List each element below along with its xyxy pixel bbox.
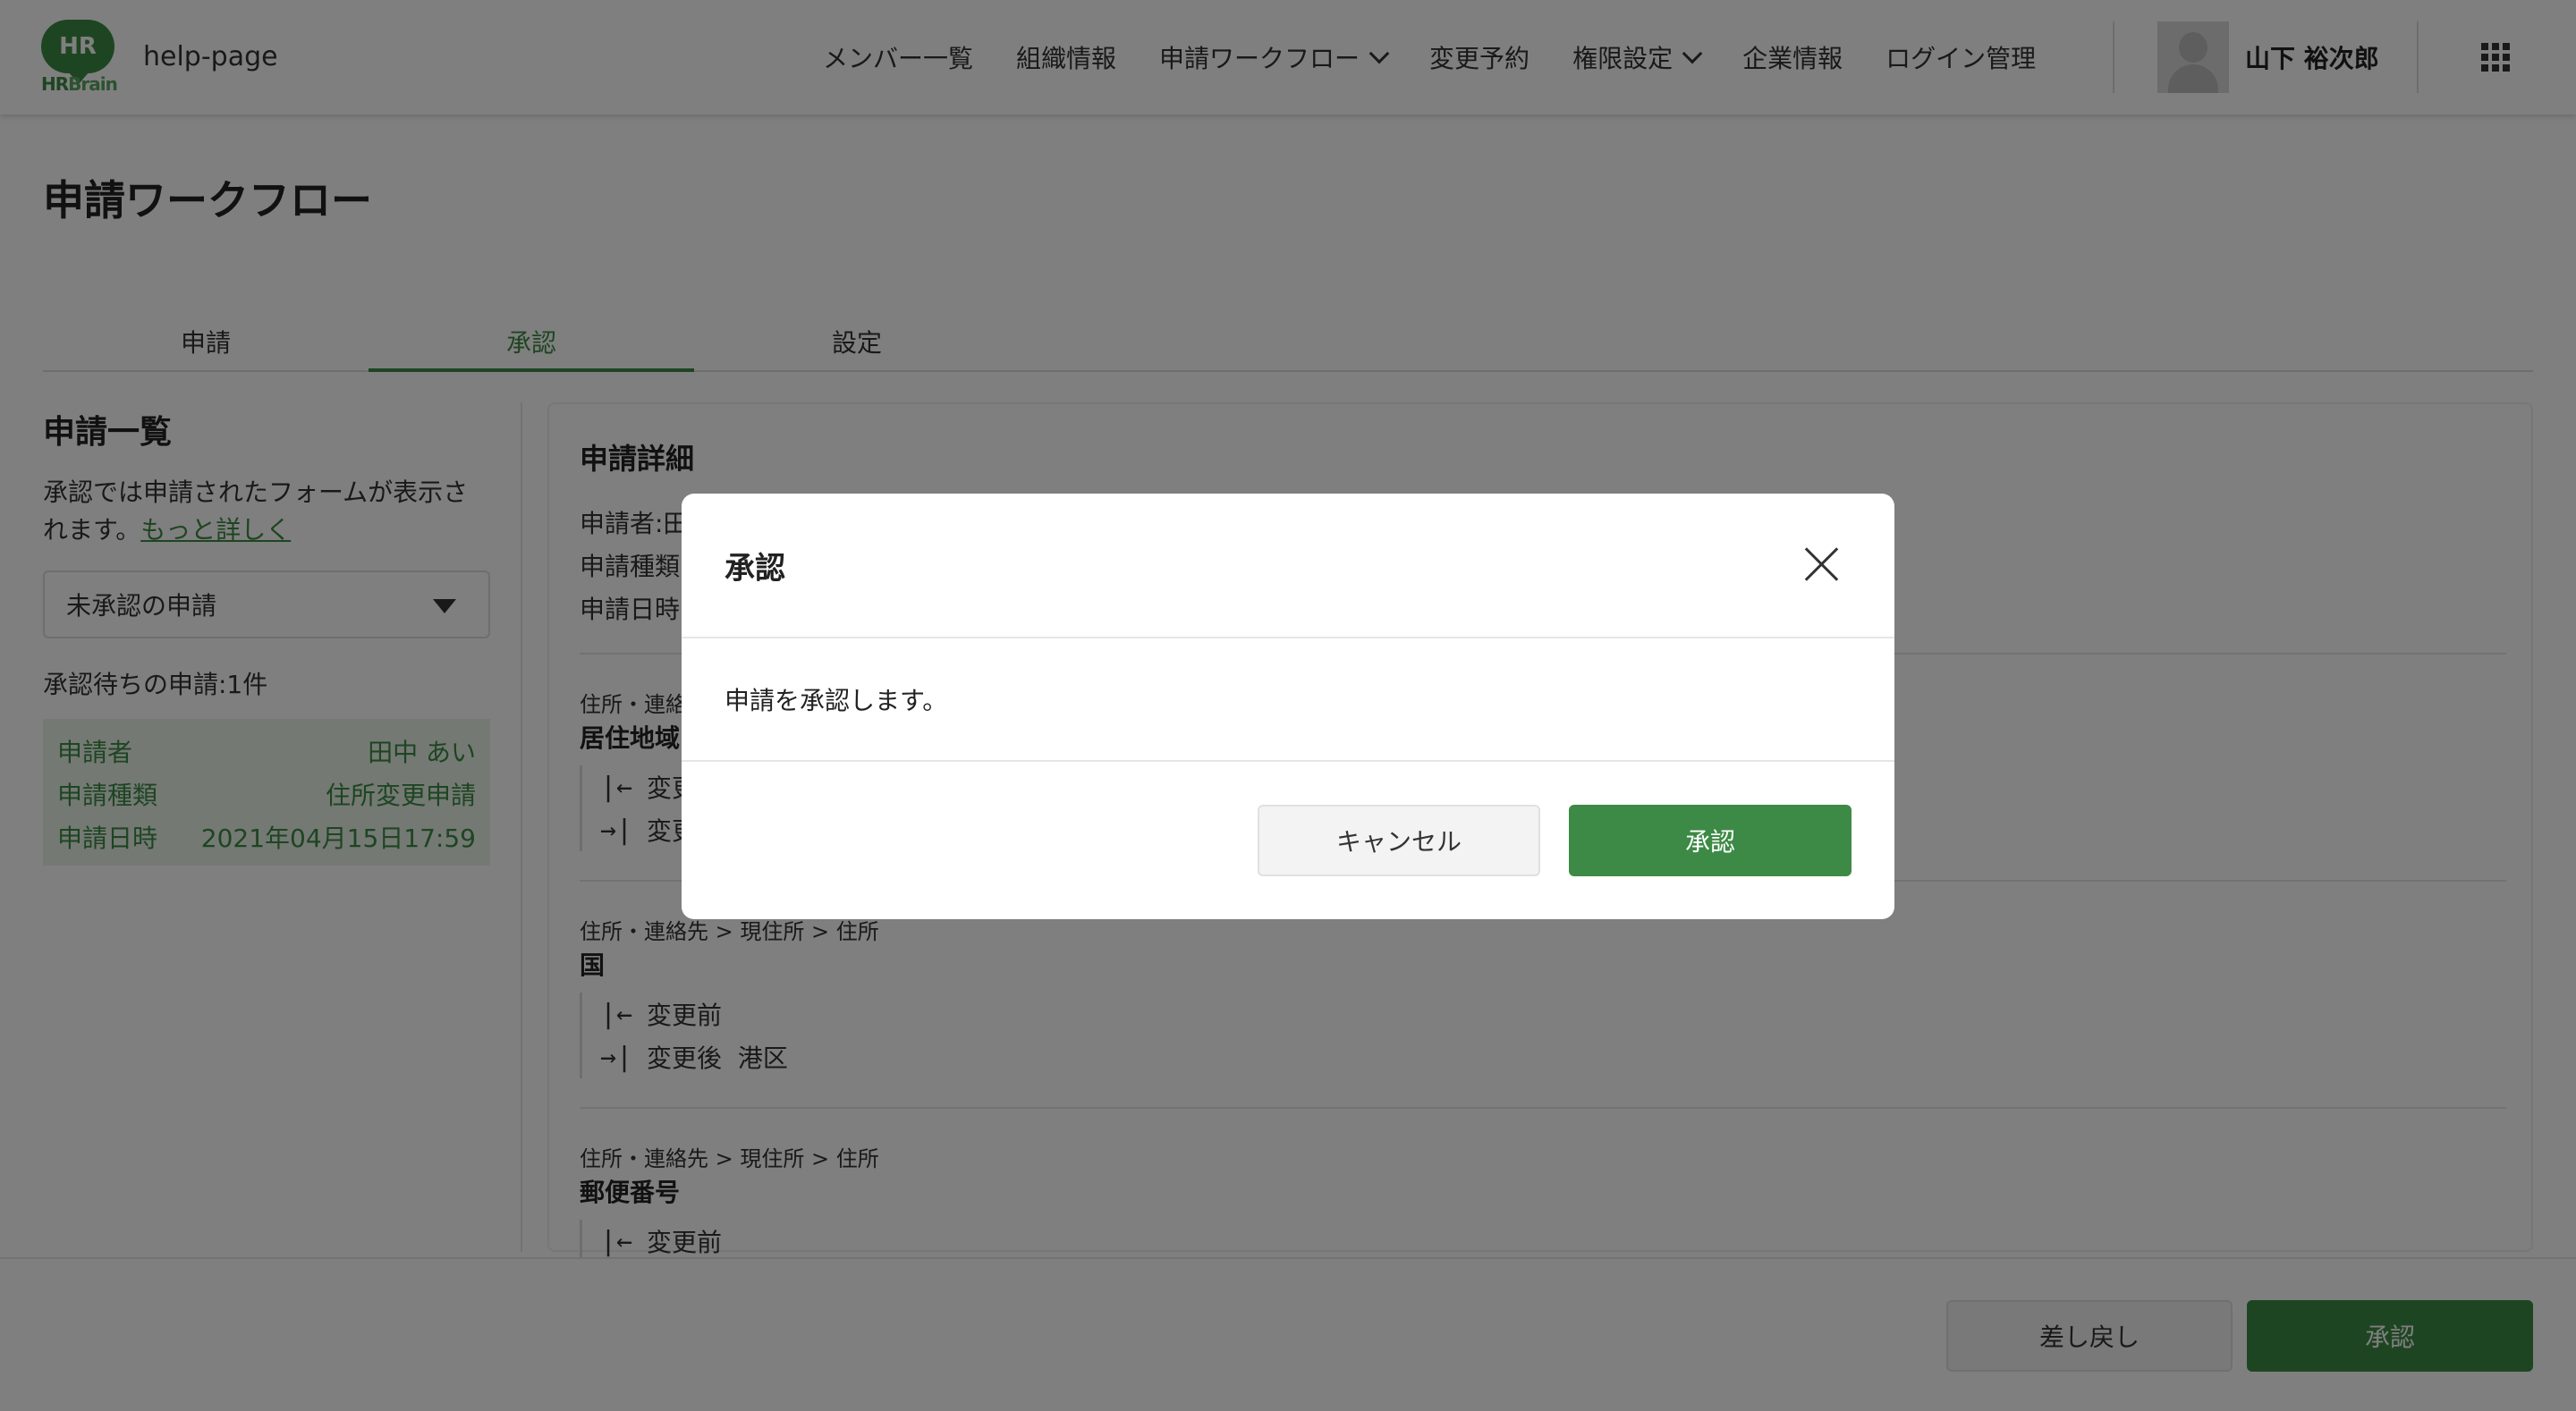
dialog-message: 申請を承認します。: [724, 686, 948, 715]
cancel-button[interactable]: キャンセル: [1258, 805, 1540, 876]
approve-dialog: 承認 申請を承認します。 キャンセル 承認: [682, 494, 1894, 919]
dialog-divider: [682, 760, 1894, 762]
close-icon[interactable]: [1803, 545, 1841, 583]
dialog-divider: [682, 637, 1894, 638]
dialog-title: 承認: [724, 551, 785, 587]
confirm-approve-button[interactable]: 承認: [1569, 805, 1852, 876]
